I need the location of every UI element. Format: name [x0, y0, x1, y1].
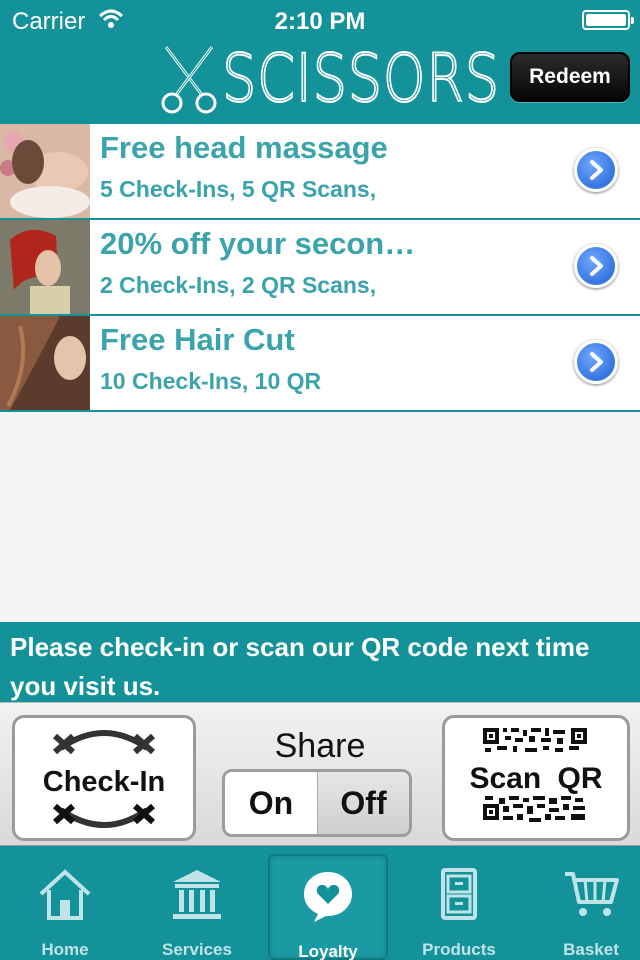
share-off-option[interactable]: Off [317, 772, 409, 834]
scan-qr-label: Scan QR [469, 762, 603, 795]
tab-loyalty[interactable]: Loyalty [268, 854, 388, 960]
home-icon [39, 869, 91, 920]
heart-bubble-icon [304, 872, 352, 922]
tab-label: Basket [563, 940, 619, 959]
reward-title: Free head massage [100, 130, 388, 165]
tab-label: Products [422, 940, 496, 959]
scissors-icon [161, 46, 217, 114]
reward-row[interactable]: Free head massage 5 Check-Ins, 5 QR Scan… [0, 124, 640, 220]
reward-thumbnail [0, 124, 90, 218]
info-banner: Please check-in or scan our QR code next… [0, 622, 640, 702]
rewards-list: Free head massage 5 Check-Ins, 5 QR Scan… [0, 124, 640, 412]
scan-qr-button[interactable]: Scan QR [442, 715, 630, 841]
reward-row[interactable]: Free Hair Cut 10 Check-Ins, 10 QR [0, 316, 640, 412]
brand-logo: SCISSORS [158, 40, 561, 117]
tab-label: Services [162, 940, 232, 959]
reward-requirements: 10 Check-Ins, 10 QR [100, 368, 322, 394]
header-bar: Carrier 2:10 PM SCISSORS Redeem [0, 0, 640, 124]
chevron-right-icon[interactable] [574, 340, 618, 384]
tab-home[interactable]: Home [5, 854, 125, 960]
share-toggle[interactable]: On Off [222, 769, 412, 837]
reward-row[interactable]: 20% off your secon… 2 Check-Ins, 2 QR Sc… [0, 220, 640, 316]
chevron-right-icon[interactable] [574, 148, 618, 192]
cart-icon [565, 872, 619, 916]
tab-services[interactable]: Services [137, 854, 257, 960]
share-label: Share [274, 727, 366, 765]
chevron-right-icon[interactable] [574, 244, 618, 288]
bank-icon [173, 870, 221, 919]
tab-basket[interactable]: Basket [531, 854, 640, 960]
share-on-option[interactable]: On [225, 772, 317, 834]
action-panel: Check-In Share On Off Scan QR [0, 702, 640, 846]
redeem-button[interactable]: Redeem [510, 52, 630, 102]
reward-title: 20% off your secon… [100, 226, 416, 261]
brand-name: SCISSORS [221, 40, 500, 117]
tab-products[interactable]: Products [399, 854, 519, 960]
check-in-button[interactable]: Check-In [12, 715, 196, 841]
tab-label: Loyalty [298, 942, 358, 960]
check-in-label: Check-In [42, 766, 166, 798]
tab-label: Home [41, 940, 89, 959]
reward-thumbnail [0, 220, 90, 314]
battery-icon [582, 10, 634, 30]
clock: 2:10 PM [274, 8, 366, 35]
reward-requirements: 2 Check-Ins, 2 QR Scans, [100, 272, 377, 298]
reward-title: Free Hair Cut [100, 322, 295, 357]
status-bar: Carrier 2:10 PM [0, 0, 640, 40]
app-screen: Carrier 2:10 PM SCISSORS Redeem Free hea… [0, 0, 640, 960]
cabinet-icon [441, 868, 477, 920]
reward-thumbnail [0, 316, 90, 410]
reward-requirements: 5 Check-Ins, 5 QR Scans, [100, 176, 377, 202]
tab-bar: Home Services Loyalty Products Basket [0, 846, 640, 960]
